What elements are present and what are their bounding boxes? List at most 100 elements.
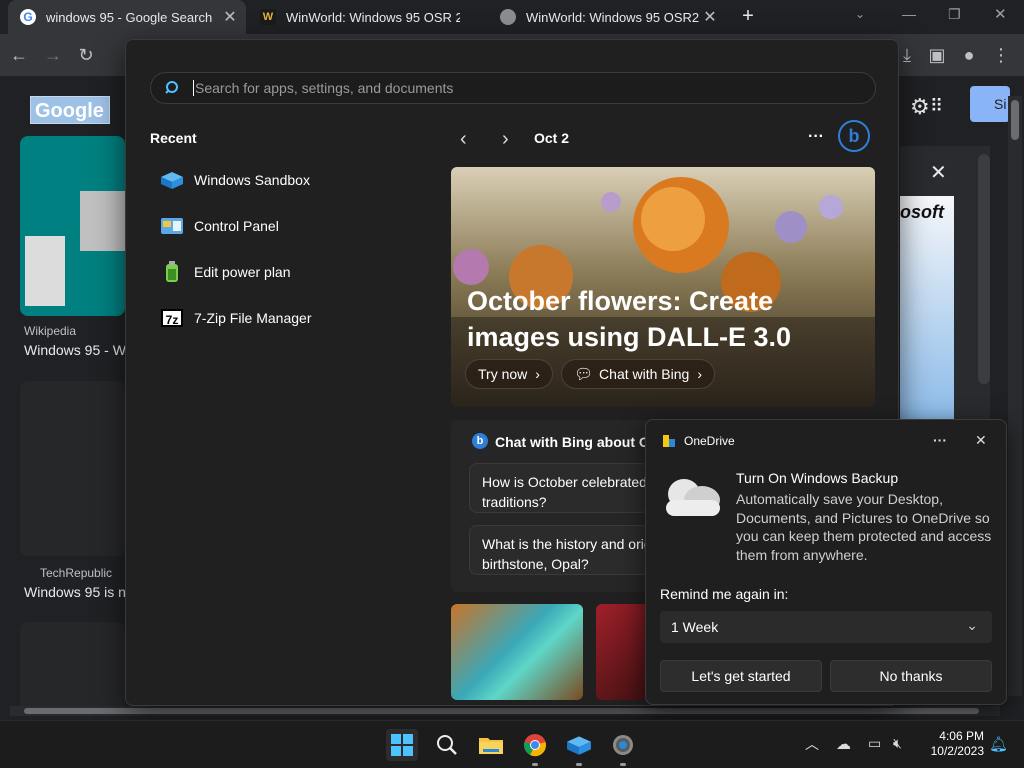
preview-scrollbar[interactable] — [978, 154, 990, 384]
control-panel-icon — [160, 215, 184, 237]
new-tab-button[interactable]: + — [738, 5, 758, 29]
win95-window-image — [80, 191, 125, 251]
close-window-icon[interactable]: ✕ — [994, 5, 1007, 23]
suggestion-line: What is the history and orig — [482, 536, 649, 552]
notification-close-icon[interactable]: ✕ — [975, 432, 987, 449]
show-hidden-icons-chevron-icon[interactable]: ︿ — [805, 734, 819, 754]
forward-icon[interactable]: → — [42, 44, 64, 66]
windows-logo-icon — [391, 734, 413, 756]
sign-in-button[interactable]: Si — [970, 86, 1010, 122]
tab-search-icon[interactable]: ⌄ — [855, 7, 865, 21]
close-preview-icon[interactable]: ✕ — [930, 160, 947, 185]
chevron-right-icon: › — [535, 366, 540, 382]
folder-icon — [479, 738, 503, 754]
file-explorer-button[interactable] — [475, 729, 507, 761]
bing-suggestion[interactable]: What is the history and orig birthstone,… — [469, 525, 649, 575]
start-search-box[interactable]: Search for apps, settings, and documents — [150, 72, 876, 104]
opal-thumbnail[interactable] — [451, 604, 583, 700]
remind-select-value: 1 Week — [671, 619, 719, 635]
close-tab-icon[interactable]: ✕ — [220, 7, 240, 27]
clock[interactable]: 4:06 PM 10/2/2023 — [928, 729, 984, 759]
bing-card-heading: Chat with Bing about O — [495, 434, 645, 450]
recent-item-7zip[interactable]: 7z 7-Zip File Manager — [160, 306, 312, 330]
chevron-right-icon: › — [697, 366, 702, 382]
remind-select[interactable]: 1 Week ⌄ — [660, 611, 992, 643]
notification-heading: Turn On Windows Backup — [736, 470, 899, 486]
recent-item-label: Control Panel — [194, 218, 279, 234]
tab-title: WinWorld: Windows 95 OSR 2 — [286, 9, 460, 25]
chevron-down-icon: ⌄ — [966, 617, 978, 633]
bing-suggestion[interactable]: How is October celebrated traditions? — [469, 463, 649, 513]
feed-more-icon[interactable]: ··· — [808, 128, 824, 146]
preview-image: osoft — [900, 196, 954, 446]
download-icon[interactable]: ⤓ — [896, 44, 918, 66]
result-thumbnail[interactable] — [20, 622, 125, 712]
side-panel-icon[interactable]: ▣ — [926, 44, 948, 66]
search-placeholder: Search for apps, settings, and documents — [193, 80, 454, 96]
tab-winworld-osr2[interactable]: W WinWorld: Windows 95 OSR 2 — [248, 0, 486, 34]
network-icon[interactable]: ▭ — [868, 735, 881, 752]
profile-icon[interactable]: ● — [958, 44, 980, 66]
scrollbar-thumb[interactable] — [1011, 100, 1019, 140]
suggestion-line: birthstone, Opal? — [482, 556, 589, 572]
result-source: Wikipedia — [24, 324, 77, 338]
tab-title: windows 95 - Google Search — [46, 9, 213, 25]
close-tab-icon[interactable]: ✕ — [700, 7, 720, 27]
power-plan-icon — [160, 261, 184, 283]
result-thumbnail-techrepublic[interactable] — [20, 381, 125, 556]
recent-item-edit-power-plan[interactable]: Edit power plan — [160, 260, 291, 284]
no-thanks-button[interactable]: No thanks — [830, 660, 992, 692]
try-now-label: Try now — [478, 366, 528, 382]
feed-hero-card[interactable]: October flowers: Create images using DAL… — [451, 167, 875, 407]
winworld-favicon-icon: W — [260, 9, 276, 25]
sandbox-taskbar-button[interactable] — [563, 729, 595, 766]
apps-grid-icon[interactable]: ⠿ — [930, 96, 943, 117]
lets-get-started-button[interactable]: Let's get started — [660, 660, 822, 692]
tab-winworld-osr2-c[interactable]: WinWorld: Windows 95 OSR2 (C ✕ — [488, 0, 726, 34]
settings-taskbar-button[interactable] — [607, 729, 639, 766]
minimize-icon[interactable]: — — [902, 6, 916, 22]
notification-more-icon[interactable]: ··· — [933, 432, 947, 448]
try-now-button[interactable]: Try now › — [465, 359, 553, 389]
start-button[interactable] — [386, 729, 418, 761]
bing-icon[interactable]: b — [838, 120, 870, 152]
volume-muted-icon[interactable]: 🔇︎ — [893, 735, 902, 752]
settings-gear-icon — [613, 735, 633, 755]
google-logo[interactable]: Google — [30, 96, 110, 124]
chat-with-bing-button[interactable]: 💬︎ Chat with Bing › — [561, 359, 715, 389]
page-vertical-scrollbar[interactable] — [1008, 96, 1022, 696]
chat-with-bing-label: Chat with Bing — [599, 366, 690, 382]
back-icon[interactable]: ← — [8, 44, 30, 66]
notification-body: Automatically save your Desktop, Documen… — [736, 491, 992, 563]
result-title[interactable]: Windows 95 - W — [24, 342, 126, 358]
result-title[interactable]: Windows 95 is n — [24, 584, 126, 600]
reload-icon[interactable]: ↻ — [75, 44, 97, 66]
onedrive-tray-icon[interactable]: ☁ — [836, 735, 851, 753]
running-indicator — [576, 763, 582, 766]
result-thumbnail-wikipedia[interactable] — [20, 136, 125, 316]
feed-date: Oct 2 — [534, 130, 570, 146]
chrome-icon — [524, 734, 546, 757]
recent-item-control-panel[interactable]: Control Panel — [160, 214, 279, 238]
tab-google-search[interactable]: G windows 95 - Google Search ✕ — [8, 0, 246, 34]
image-preview-panel: ✕ osoft — [900, 146, 990, 446]
google-favicon-icon: G — [20, 9, 36, 25]
notification-app-name: OneDrive — [684, 434, 735, 448]
scrollbar-thumb[interactable] — [24, 708, 979, 714]
recent-item-label: Edit power plan — [194, 264, 291, 280]
feed-prev-icon[interactable]: ‹ — [460, 128, 467, 151]
recent-item-windows-sandbox[interactable]: Windows Sandbox — [160, 168, 310, 192]
feed-next-icon[interactable]: › — [502, 128, 509, 151]
restore-icon[interactable]: ❐ — [948, 6, 961, 23]
win95-dialog-image — [25, 236, 65, 306]
chrome-taskbar-button[interactable] — [519, 729, 551, 766]
search-icon — [165, 81, 178, 94]
chrome-menu-icon[interactable]: ⋮ — [990, 44, 1012, 66]
settings-gear-icon[interactable]: ⚙ — [910, 94, 930, 120]
notification-bell-icon[interactable]: 🔔︎ — [989, 735, 1008, 753]
recent-item-label: 7-Zip File Manager — [194, 310, 312, 326]
taskbar-search-button[interactable] — [431, 729, 463, 761]
bing-small-icon: b — [472, 433, 488, 449]
page-horizontal-scrollbar[interactable] — [10, 706, 1000, 716]
sandbox-icon — [567, 736, 591, 755]
